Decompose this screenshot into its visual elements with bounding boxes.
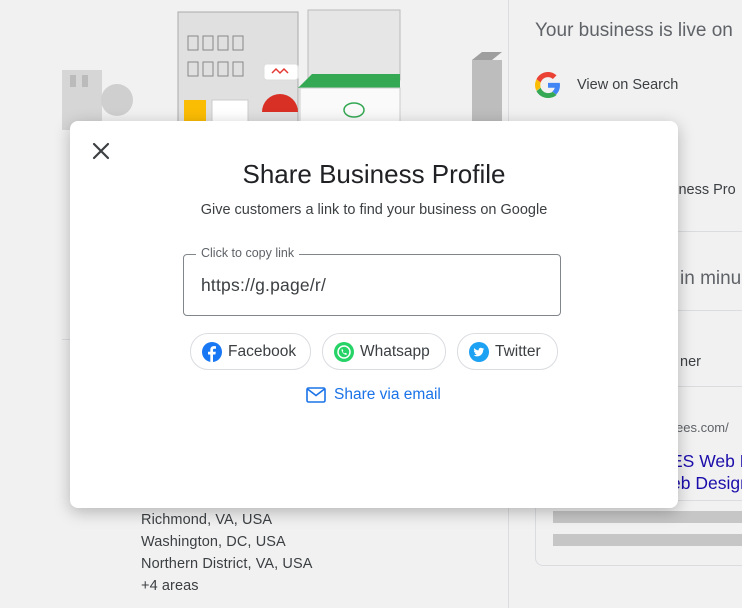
- twitter-label: Twitter: [495, 342, 541, 360]
- dialog-title: Share Business Profile: [242, 159, 506, 189]
- share-facebook-button[interactable]: Facebook: [190, 333, 311, 370]
- whatsapp-label: Whatsapp: [360, 342, 430, 360]
- share-profile-dialog: Share Business Profile Give customers a …: [70, 121, 678, 508]
- copy-link-value[interactable]: https://g.page/r/: [201, 275, 326, 296]
- copy-link-label: Click to copy link: [196, 246, 300, 260]
- share-whatsapp-button[interactable]: Whatsapp: [322, 333, 446, 370]
- share-twitter-button[interactable]: Twitter: [457, 333, 558, 370]
- facebook-icon: [202, 341, 222, 362]
- share-via-email-link[interactable]: Share via email: [306, 386, 441, 404]
- copy-link-field[interactable]: Click to copy link https://g.page/r/: [183, 246, 561, 316]
- whatsapp-icon: [334, 341, 354, 362]
- twitter-icon: [469, 341, 489, 362]
- close-icon: [91, 141, 111, 161]
- mail-icon: [306, 387, 326, 403]
- share-buttons-row: Facebook Whatsapp Twitter: [70, 333, 678, 371]
- facebook-label: Facebook: [228, 342, 297, 360]
- share-via-email-label: Share via email: [334, 386, 441, 403]
- dialog-subtitle: Give customers a link to find your busin…: [200, 202, 548, 218]
